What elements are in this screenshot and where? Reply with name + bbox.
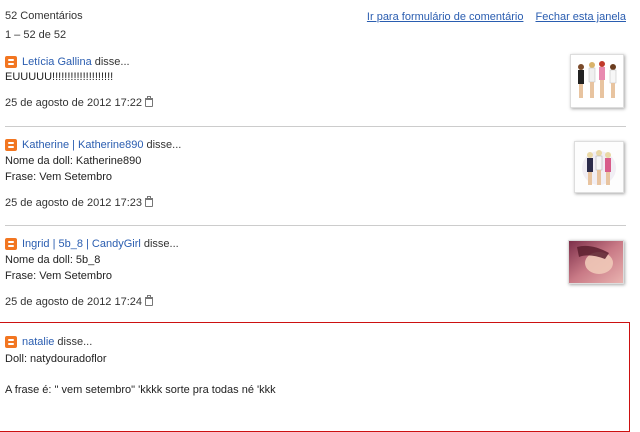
comment-timestamp[interactable]: 25 de agosto de 2012 17:24 (5, 296, 142, 308)
disse-label: disse... (146, 139, 182, 151)
blogger-icon (5, 139, 17, 151)
comment-text: Doll: natydouradoflor (5, 353, 107, 365)
disse-label: disse... (94, 56, 130, 68)
trash-icon[interactable] (145, 95, 154, 107)
close-window-link[interactable]: Fechar esta janela (536, 11, 627, 23)
comment-item: Letícia Gallina disse... EUUUUU!!!!!!!!!… (0, 54, 626, 120)
comment-text: EUUUUU!!!!!!!!!!!!!!!!!!!! (5, 71, 114, 83)
comment-text: Frase: Vem Setembro (5, 270, 112, 282)
comment-author-link[interactable]: natalie (22, 336, 54, 348)
avatar[interactable] (570, 54, 624, 108)
avatar[interactable] (574, 141, 624, 193)
comment-author-line: Katherine | Katherine890 disse... (5, 137, 181, 153)
comment-item: Ingrid | 5b_8 | CandyGirl disse... Nome … (0, 236, 626, 314)
go-to-comment-form-link[interactable]: Ir para formulário de comentário (367, 11, 524, 23)
comment-author-link[interactable]: Letícia Gallina (22, 56, 92, 68)
highlighted-comment: natalie disse... Doll: natydouradoflor A… (0, 322, 630, 432)
comment-author-line: Ingrid | 5b_8 | CandyGirl disse... (5, 236, 179, 252)
comment-timestamp[interactable]: 25 de agosto de 2012 17:22 (5, 97, 142, 109)
comments-header: 52 Comentários 1 – 52 de 52 Ir para form… (0, 0, 640, 46)
header-links: Ir para formulário de comentário Fechar … (358, 11, 626, 23)
comment-author-link[interactable]: Katherine | Katherine890 (22, 139, 144, 151)
disse-label: disse... (57, 336, 93, 348)
comment-author-line: Letícia Gallina disse... (5, 54, 130, 70)
blogger-icon (5, 238, 17, 250)
comment-timestamp[interactable]: 25 de agosto de 2012 17:23 (5, 197, 142, 209)
disse-label: disse... (143, 238, 179, 250)
comment-date-line: 25 de agosto de 2012 17:23 (5, 195, 154, 209)
comment-divider (5, 225, 626, 226)
comment-range: 1 – 52 de 52 (5, 29, 67, 41)
comment-date-line: 25 de agosto de 2012 17:22 (5, 95, 154, 109)
blogger-icon (5, 336, 17, 348)
comment-divider (5, 126, 626, 127)
comment-text: Nome da doll: Katherine890 (5, 155, 142, 167)
trash-icon[interactable] (145, 195, 154, 207)
comment-text: Nome da doll: 5b_8 (5, 254, 101, 266)
comment-author-link[interactable]: Ingrid | 5b_8 | CandyGirl (22, 238, 141, 250)
comment-author-line: natalie disse... (5, 334, 92, 350)
blogger-icon (5, 56, 17, 68)
comment-count: 52 Comentários (5, 10, 83, 22)
comment-item: Katherine | Katherine890 disse... Nome d… (0, 137, 626, 217)
trash-icon[interactable] (145, 294, 154, 306)
comment-date-line: 25 de agosto de 2012 17:24 (5, 294, 154, 308)
comment-text: A frase é: " vem setembro" 'kkkk sorte p… (5, 384, 276, 396)
avatar[interactable] (568, 240, 624, 284)
comment-text: Frase: Vem Setembro (5, 171, 112, 183)
